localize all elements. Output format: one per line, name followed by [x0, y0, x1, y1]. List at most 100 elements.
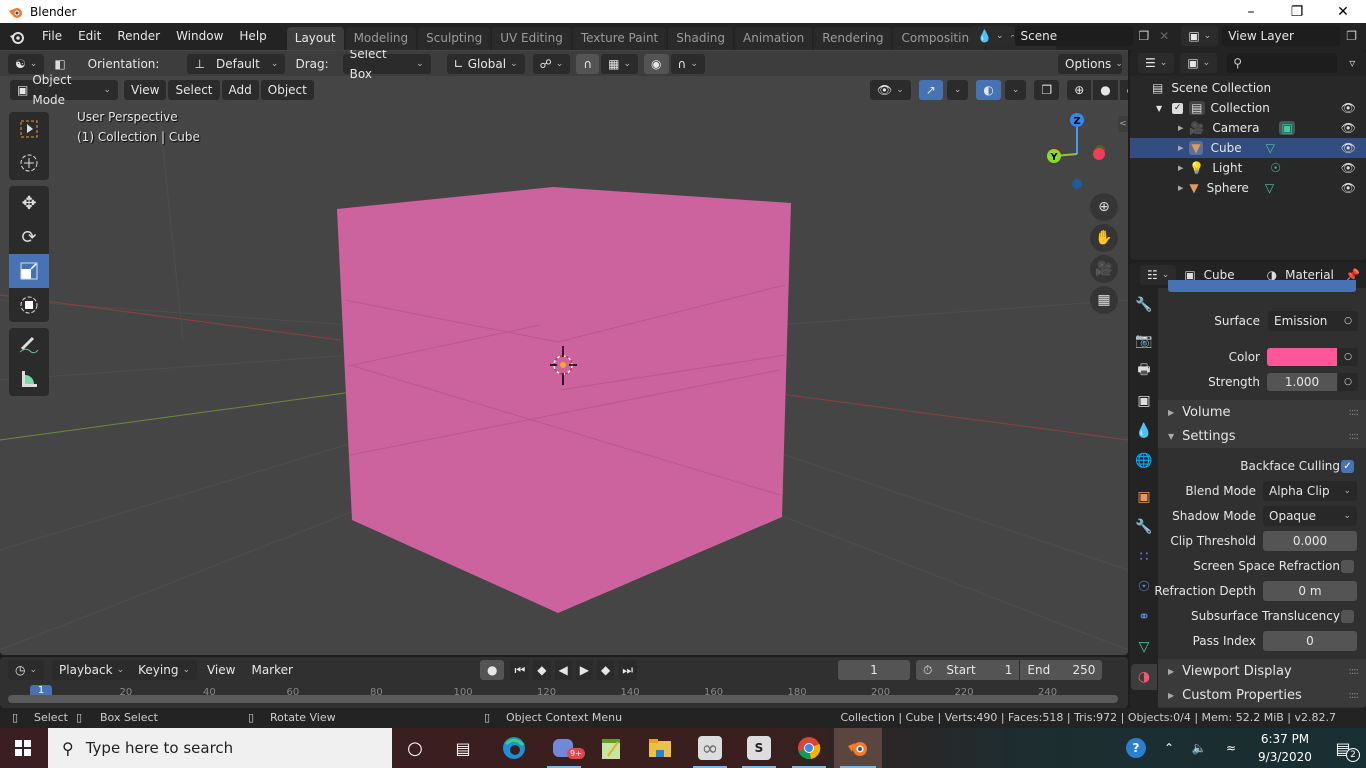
sidebar-toggle[interactable]: <: [1118, 116, 1128, 132]
menu-select[interactable]: Select: [168, 79, 220, 100]
drag-dropdown[interactable]: Select Box ⌄: [342, 50, 431, 81]
action-center-button[interactable]: ▤ 2: [1320, 728, 1366, 768]
menu-add[interactable]: Add: [221, 79, 259, 100]
app-inkscape[interactable]: S: [736, 728, 782, 768]
blend-mode-dropdown[interactable]: Alpha Clip ⌄: [1263, 481, 1357, 501]
play-reverse-button[interactable]: ◀: [554, 660, 572, 680]
orientation-dropdown[interactable]: ⊥ Default ⌄: [187, 53, 286, 74]
view-layer-name-field[interactable]: View Layer: [1222, 26, 1341, 46]
filter-icon[interactable]: ▿: [1349, 56, 1355, 70]
expand-arrow-icon[interactable]: ▶: [1178, 164, 1183, 172]
tab-render[interactable]: 📷: [1131, 328, 1157, 354]
sst-checkbox[interactable]: [1341, 609, 1354, 623]
expand-arrow-icon[interactable]: ▼: [1156, 104, 1162, 113]
backface-culling-checkbox[interactable]: ✓: [1341, 459, 1354, 473]
ortho-toggle-button[interactable]: ▦: [1090, 286, 1118, 314]
snap-toggle[interactable]: ∩: [576, 53, 600, 74]
surface-shader-field[interactable]: Emission ○: [1268, 311, 1358, 331]
visibility-button[interactable]: 👁 ⌄: [870, 79, 911, 100]
menu-object[interactable]: Object: [260, 79, 314, 100]
tab-shading[interactable]: Shading: [668, 27, 733, 50]
clock-button[interactable]: 6:37 PM 9/3/2020: [1250, 730, 1320, 766]
refraction-depth-field[interactable]: 0 m: [1263, 581, 1357, 601]
scene-selector-button[interactable]: 💧 ⌄: [970, 26, 1011, 46]
edge-app[interactable]: [491, 728, 537, 768]
move-tool[interactable]: ✥: [9, 186, 49, 220]
link-dot-icon[interactable]: ○: [1344, 311, 1352, 331]
shadow-mode-dropdown[interactable]: Opaque ⌄: [1263, 506, 1357, 526]
menu-help[interactable]: Help: [231, 23, 274, 50]
transform-tool[interactable]: [9, 288, 49, 322]
prev-keyframe-button[interactable]: ◆: [533, 660, 551, 680]
strength-field[interactable]: 1.000: [1267, 373, 1337, 391]
end-frame-field[interactable]: End 250: [1020, 660, 1103, 680]
taskbar-search-box[interactable]: ⚲ Type here to search: [48, 728, 392, 768]
volume-button[interactable]: 🔈: [1184, 728, 1214, 768]
clip-threshold-field[interactable]: 0.000: [1263, 531, 1357, 551]
task-view-button[interactable]: ▤: [440, 728, 486, 768]
show-hidden-icons-button[interactable]: ⌃: [1156, 728, 1182, 768]
eye-icon[interactable]: 👁: [1341, 101, 1356, 115]
xray-toggle[interactable]: ❐: [1034, 79, 1060, 100]
3d-viewport[interactable]: ☯ ⌄ ◧ Orientation: ⊥ Default ⌄ Drag: Select…: [0, 50, 1128, 655]
tab-output[interactable]: 🖶: [1131, 358, 1157, 384]
tab-animation[interactable]: Animation: [735, 27, 813, 50]
eye-icon[interactable]: 👁: [1341, 141, 1356, 155]
zoom-button[interactable]: ⊕: [1090, 193, 1118, 221]
tab-tool[interactable]: 🔧: [1131, 292, 1157, 318]
outliner-item-camera[interactable]: ▶ 🎥 Camera ▣ 👁: [1130, 118, 1366, 138]
select-box-tool[interactable]: [9, 112, 49, 146]
menu-view[interactable]: View: [124, 79, 167, 100]
close-button[interactable]: ✕: [1320, 0, 1366, 23]
expand-arrow-icon[interactable]: ▶: [1178, 184, 1183, 192]
tab-texture-paint[interactable]: Texture Paint: [572, 27, 667, 50]
menu-file[interactable]: File: [34, 23, 70, 50]
menu-render[interactable]: Render: [109, 23, 168, 50]
transform-space-dropdown[interactable]: ∟ Global ⌄: [446, 53, 525, 74]
gizmo-x-axis[interactable]: [1093, 148, 1105, 160]
preview-range-toggle[interactable]: ⏱: [916, 660, 940, 680]
collection-checkbox[interactable]: ✓: [1172, 102, 1184, 114]
file-explorer-app[interactable]: [637, 728, 683, 768]
tab-rendering[interactable]: Rendering: [814, 27, 892, 50]
expand-arrow-icon[interactable]: ▶: [1178, 124, 1183, 132]
annotate-tool[interactable]: [9, 328, 49, 362]
playback-menu[interactable]: Playback ⌄: [52, 660, 132, 680]
pivot-point-button[interactable]: ☍ ⌄: [532, 53, 571, 74]
discord-app[interactable]: 9+: [541, 728, 587, 768]
cortana-button[interactable]: ○: [392, 728, 438, 768]
pan-button[interactable]: ✋: [1090, 224, 1118, 252]
timeline-scrollbar[interactable]: [8, 695, 1118, 703]
scale-tool[interactable]: [9, 254, 49, 288]
shading-wireframe[interactable]: ⊕: [1067, 79, 1092, 100]
proportional-edit-toggle[interactable]: ◉: [644, 53, 669, 74]
tab-material[interactable]: ◑: [1131, 664, 1157, 690]
start-frame-field[interactable]: Start 1: [939, 660, 1020, 680]
tab-data[interactable]: ▽: [1131, 634, 1157, 660]
drag-grip-icon[interactable]: ::::: [1349, 666, 1360, 677]
proportional-falloff-button[interactable]: ∩ ⌄: [670, 53, 705, 74]
link-dot-icon[interactable]: ○: [1338, 373, 1358, 391]
blender-menu-icon[interactable]: [0, 29, 34, 45]
outliner-item-light[interactable]: ▶ 💡 Light ☉ 👁: [1130, 158, 1366, 178]
outliner-item-sphere[interactable]: ▶ ▼ Sphere ▽ 👁: [1130, 178, 1366, 198]
measure-tool[interactable]: [9, 362, 49, 396]
drag-grip-icon[interactable]: ::::: [1349, 690, 1360, 701]
tab-object[interactable]: ▣: [1131, 484, 1157, 510]
help-tray-icon[interactable]: ?: [1116, 728, 1156, 768]
use-nodes-button[interactable]: [1168, 280, 1356, 292]
tab-particles[interactable]: ∷: [1131, 544, 1157, 570]
tab-scene[interactable]: 💧: [1131, 418, 1157, 444]
eye-icon[interactable]: 👁: [1341, 121, 1356, 135]
jump-start-button[interactable]: ⏮: [510, 660, 530, 680]
tab-modeling[interactable]: Modeling: [345, 27, 417, 50]
tab-layout[interactable]: Layout: [286, 27, 344, 50]
display-mode-button[interactable]: ☰ ⌄: [1138, 53, 1175, 73]
jump-end-button[interactable]: ⏭: [618, 660, 638, 680]
expand-arrow-icon[interactable]: ▶: [1178, 144, 1183, 152]
app-swirl[interactable]: ∞: [687, 728, 733, 768]
shading-solid[interactable]: ●: [1093, 79, 1118, 100]
viewport-display-panel-header[interactable]: ▶ Viewport Display ::::: [1158, 659, 1366, 683]
network-button[interactable]: ≈: [1216, 728, 1246, 768]
rotate-tool[interactable]: ⟳: [9, 220, 49, 254]
